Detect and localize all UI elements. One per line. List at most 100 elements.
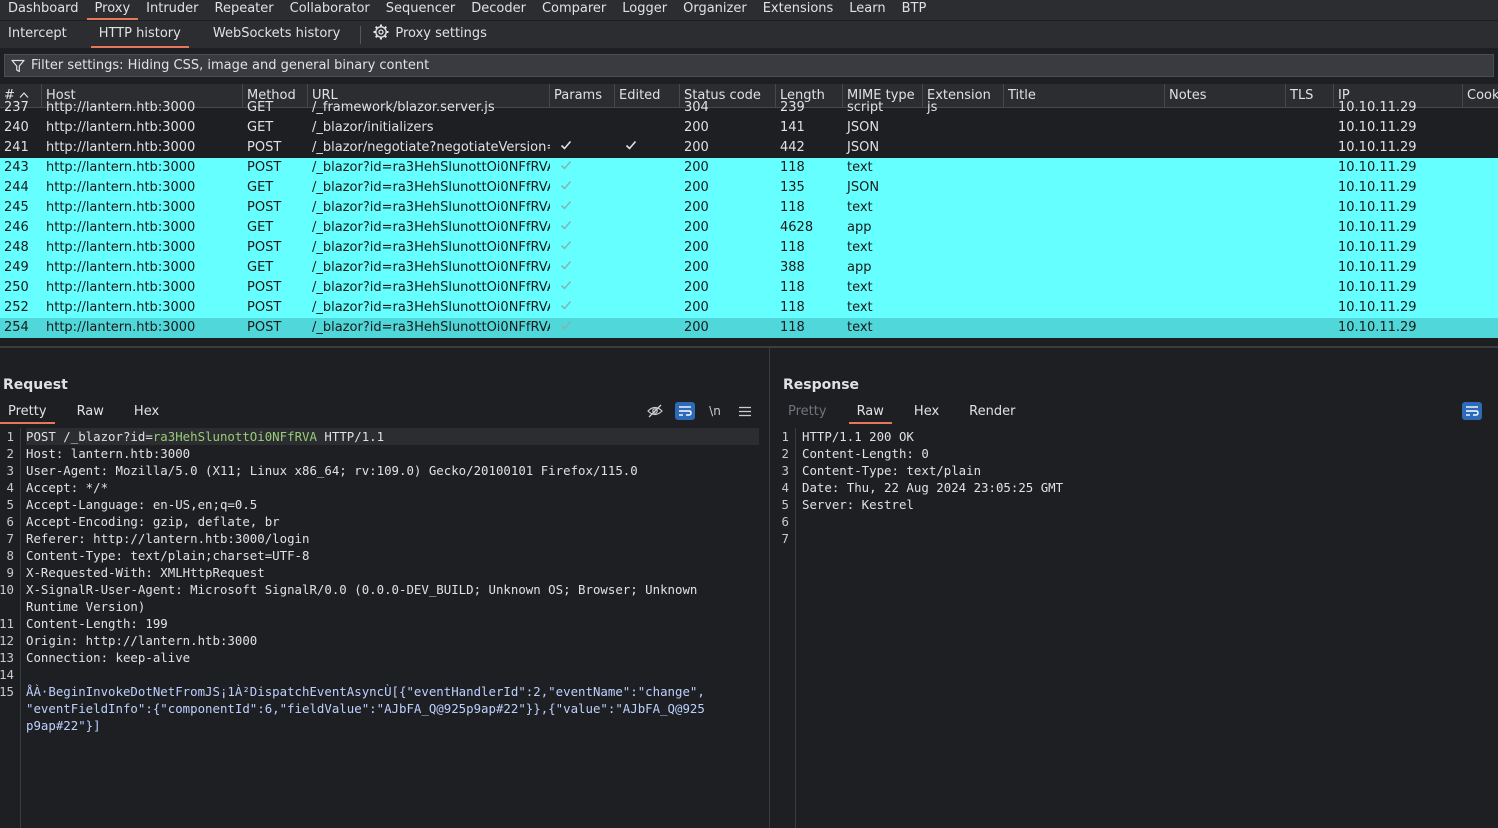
- cell-ip: 10.10.11.29: [1338, 220, 1417, 235]
- cell-host: http://lantern.htb:3000: [46, 160, 196, 175]
- tab-logger[interactable]: Logger: [614, 0, 675, 20]
- filter-settings-text: Filter settings: Hiding CSS, image and g…: [31, 58, 430, 73]
- tab-collaborator[interactable]: Collaborator: [282, 0, 378, 20]
- tab-comparer[interactable]: Comparer: [534, 0, 614, 20]
- tab-proxy[interactable]: Proxy: [86, 0, 139, 20]
- code-line: Referer: http://lantern.htb:3000/login: [26, 531, 310, 546]
- cell-method: GET: [247, 260, 274, 275]
- cell-mime-type: text: [847, 320, 873, 335]
- wrap-lines-icon[interactable]: [1462, 402, 1482, 420]
- cell-edited: [615, 98, 680, 118]
- response-tab-raw[interactable]: Raw: [848, 402, 892, 424]
- cell-status-code: 200: [684, 140, 709, 155]
- cell-url: /_blazor?id=ra3HehSlunottOi0NFfRVA...: [312, 220, 550, 235]
- table-row[interactable]: 241 http://lantern.htb:3000 POST /_blazor/n…: [0, 138, 1498, 158]
- cell-mime-type: script: [847, 100, 884, 115]
- response-text[interactable]: HTTP/1.1 200 OK Content-Length: 0 Content-…: [802, 428, 1488, 547]
- cell-length: 135: [780, 180, 805, 195]
- tab-organizer[interactable]: Organizer: [675, 0, 755, 20]
- cell-number: 252: [4, 300, 29, 315]
- cell-host: http://lantern.htb:3000: [46, 140, 196, 155]
- code-line: POST /_blazor?id=ra3HehSlunottOi0NFfRVA …: [26, 428, 759, 445]
- code-line: X-Requested-With: XMLHttpRequest: [26, 565, 265, 580]
- table-row[interactable]: 252 http://lantern.htb:3000 POST /_blazor?i…: [0, 298, 1498, 318]
- tab-btp[interactable]: BTP: [894, 0, 935, 20]
- show-newlines-toggle[interactable]: \n: [705, 402, 725, 420]
- table-row[interactable]: 237 http://lantern.htb:3000 GET /_framework…: [0, 98, 1498, 118]
- request-editor[interactable]: 1 2 3 4 5 6 7 8 9 10 11 12 13 14 15 POST /_blazor?id=r…: [0, 428, 769, 828]
- table-row[interactable]: 245 http://lantern.htb:3000 POST /_blazor?i…: [0, 198, 1498, 218]
- cell-url: /_framework/blazor.server.js: [312, 100, 495, 115]
- line-number: 5: [781, 497, 789, 512]
- tab-learn[interactable]: Learn: [841, 0, 893, 20]
- tab-http-history[interactable]: HTTP history: [90, 21, 189, 48]
- code-line: "eventFieldInfo":{"componentId":6,"field…: [26, 701, 705, 716]
- tab-decoder[interactable]: Decoder: [463, 0, 534, 20]
- cell-extension: [923, 118, 1004, 138]
- cell-url: /_blazor?id=ra3HehSlunottOi0NFfRVA: [312, 160, 550, 175]
- request-tab-hex[interactable]: Hex: [126, 402, 167, 424]
- filter-settings-bar[interactable]: Filter settings: Hiding CSS, image and g…: [4, 54, 1494, 77]
- tab-websockets-history[interactable]: WebSockets history: [205, 21, 348, 48]
- cell-number: 244: [4, 180, 29, 195]
- wrap-lines-icon[interactable]: [675, 402, 695, 420]
- cell-length: 239: [780, 100, 805, 115]
- request-tab-raw[interactable]: Raw: [69, 402, 112, 424]
- cell-extension: [923, 298, 1004, 318]
- response-tab-hex[interactable]: Hex: [906, 402, 947, 424]
- response-editor[interactable]: 1 2 3 4 5 6 7 HTTP/1.1 200 OK Content-Length: 0…: [771, 428, 1498, 828]
- cell-params: [550, 98, 615, 118]
- line-number: 6: [781, 514, 789, 529]
- gear-icon: [373, 24, 389, 40]
- cell-host: http://lantern.htb:3000: [46, 300, 196, 315]
- cell-edited: [615, 298, 680, 318]
- checkmark-icon: [560, 160, 572, 170]
- tab-sequencer[interactable]: Sequencer: [378, 0, 463, 20]
- table-row[interactable]: 244 http://lantern.htb:3000 GET /_blazor?id…: [0, 178, 1498, 198]
- cell-number: 246: [4, 220, 29, 235]
- request-text[interactable]: POST /_blazor?id=ra3HehSlunottOi0NFfRVA …: [26, 428, 759, 734]
- cell-method: GET: [247, 180, 274, 195]
- tab-extensions[interactable]: Extensions: [755, 0, 842, 20]
- checkmark-icon: [560, 240, 572, 250]
- table-row[interactable]: 243 http://lantern.htb:3000 POST /_blazor?i…: [0, 158, 1498, 178]
- request-tab-pretty[interactable]: Pretty: [0, 402, 55, 424]
- cell-number: 248: [4, 240, 29, 255]
- response-toolbar: [1462, 402, 1482, 420]
- tab-repeater[interactable]: Repeater: [207, 0, 282, 20]
- table-row[interactable]: 249 http://lantern.htb:3000 GET /_blazor?id…: [0, 258, 1498, 278]
- request-view-tabs: Pretty Raw Hex: [0, 402, 167, 424]
- line-number: 1: [6, 429, 14, 444]
- cell-status-code: 200: [684, 120, 709, 135]
- line-number: 3: [781, 463, 789, 478]
- cell-url: /_blazor?id=ra3HehSlunottOi0NFfRVA: [312, 200, 550, 215]
- cell-mime-type: text: [847, 200, 873, 215]
- table-row[interactable]: 254 http://lantern.htb:3000 POST /_blazor?i…: [0, 318, 1498, 338]
- cell-edited: [615, 118, 680, 138]
- cell-url: /_blazor/initializers: [312, 120, 434, 135]
- cell-params: [550, 238, 615, 258]
- cell-ip: 10.10.11.29: [1338, 280, 1417, 295]
- proxy-settings-button[interactable]: Proxy settings: [371, 21, 495, 48]
- hide-eye-icon[interactable]: [645, 402, 665, 420]
- response-tab-pretty[interactable]: Pretty: [780, 402, 835, 424]
- menu-icon[interactable]: [735, 402, 755, 420]
- table-row[interactable]: 250 http://lantern.htb:3000 POST /_blazor?i…: [0, 278, 1498, 298]
- response-tab-render[interactable]: Render: [961, 402, 1023, 424]
- cell-ip: 10.10.11.29: [1338, 200, 1417, 215]
- cell-mime-type: text: [847, 300, 873, 315]
- cell-edited: [615, 138, 680, 158]
- table-row[interactable]: 248 http://lantern.htb:3000 POST /_blazor?i…: [0, 238, 1498, 258]
- cell-mime-type: text: [847, 240, 873, 255]
- tab-dashboard[interactable]: Dashboard: [0, 0, 87, 20]
- table-row[interactable]: 240 http://lantern.htb:3000 GET /_blazor/in…: [0, 118, 1498, 138]
- tab-intercept[interactable]: Intercept: [0, 21, 75, 48]
- cell-length: 388: [780, 260, 805, 275]
- cell-url: /_blazor?id=ra3HehSlunottOi0NFfRVA...: [312, 260, 550, 275]
- cell-extension: [923, 278, 1004, 298]
- tab-intruder[interactable]: Intruder: [138, 0, 206, 20]
- table-row[interactable]: 246 http://lantern.htb:3000 GET /_blazor?id…: [0, 218, 1498, 238]
- cell-number: 240: [4, 120, 29, 135]
- checkmark-icon: [560, 180, 572, 190]
- code-line: Content-Length: 199: [26, 616, 168, 631]
